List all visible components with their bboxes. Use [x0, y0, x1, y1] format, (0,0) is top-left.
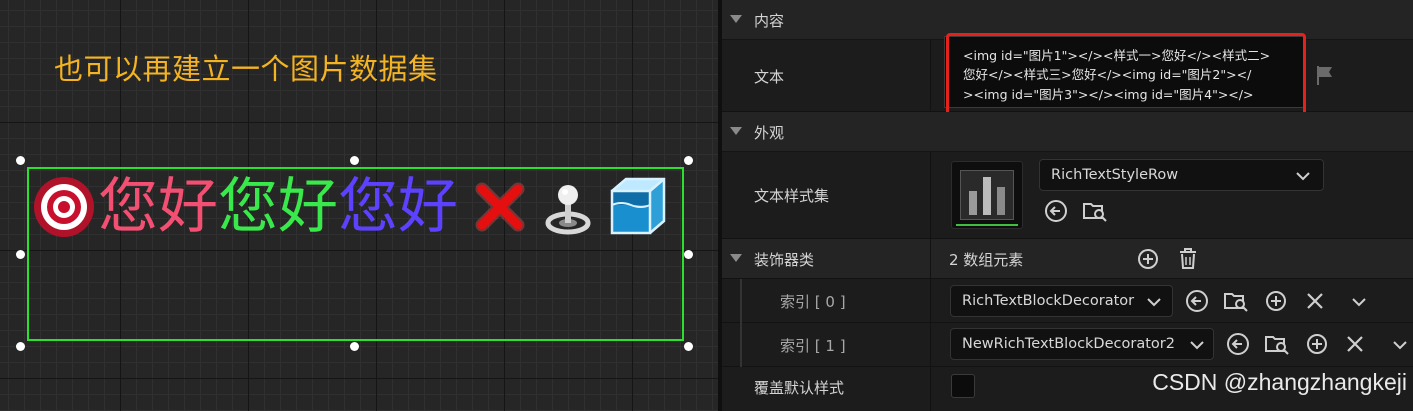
trash-icon[interactable]: [1177, 247, 1199, 275]
red-x-icon: [468, 175, 532, 239]
chevron-down-icon[interactable]: [1392, 337, 1408, 356]
section-appearance-header[interactable]: 外观: [722, 112, 1413, 152]
override-style-checkbox[interactable]: [951, 374, 975, 398]
text-property-label: 文本: [754, 68, 785, 86]
resize-handle-tr[interactable]: [683, 155, 693, 165]
resize-handle-r[interactable]: [683, 249, 693, 259]
rich-text-style3: 您好: [338, 172, 458, 242]
decorator-label: 装饰器类: [754, 251, 815, 269]
resize-handle-l[interactable]: [15, 249, 25, 259]
target-icon: [32, 175, 96, 239]
insert-element-icon[interactable]: [1265, 290, 1287, 316]
joystick-icon: [536, 175, 600, 239]
index0-label: 索引 [ 0 ]: [780, 293, 846, 311]
insert-element-icon[interactable]: [1306, 333, 1328, 359]
rich-text-style2: 您好: [218, 172, 338, 242]
resize-handle-bl[interactable]: [15, 341, 25, 351]
decorator1-dropdown[interactable]: NewRichTextBlockDecorator2: [950, 328, 1214, 360]
asset-thumbnail[interactable]: [951, 161, 1023, 229]
designer-viewport[interactable]: 也可以再建立一个图片数据集 您好 您好 您好: [0, 0, 718, 411]
style-set-value: RichTextStyleRow: [1051, 167, 1179, 183]
style-set-dropdown[interactable]: RichTextStyleRow: [1039, 159, 1324, 191]
collapse-arrow-icon[interactable]: [730, 254, 742, 262]
resize-handle-tl[interactable]: [15, 155, 25, 165]
details-panel: 内容 文本 <img id="图片1"></><样式一>您好</><样式二> 您…: [722, 0, 1413, 411]
decorator0-value: RichTextBlockDecorator: [962, 293, 1135, 309]
use-selected-icon[interactable]: [1044, 199, 1068, 227]
rich-text-content: 您好 您好 您好: [30, 171, 670, 243]
property-row-decorators[interactable]: 装饰器类 2 数组元素: [722, 239, 1413, 279]
remove-element-icon[interactable]: [1305, 291, 1325, 315]
resize-handle-b[interactable]: [349, 341, 359, 351]
use-selected-icon[interactable]: [1185, 289, 1209, 317]
chevron-down-icon: [1189, 337, 1205, 356]
decorator0-dropdown[interactable]: RichTextBlockDecorator: [950, 285, 1173, 317]
use-selected-icon[interactable]: [1226, 332, 1250, 360]
remove-element-icon[interactable]: [1345, 334, 1365, 358]
browse-class-icon[interactable]: [1264, 332, 1290, 360]
resize-handle-t[interactable]: [349, 155, 359, 165]
water-cube-icon: [604, 175, 668, 239]
style-set-label: 文本样式集: [754, 187, 830, 205]
viewport-caption: 也可以再建立一个图片数据集: [54, 52, 438, 86]
index1-label: 索引 [ 1 ]: [780, 337, 846, 355]
section-appearance-label: 外观: [754, 124, 785, 142]
chevron-down-icon[interactable]: [1351, 294, 1367, 313]
watermark: CSDN @zhangzhangkeji: [1152, 369, 1407, 395]
decorator1-value: NewRichTextBlockDecorator2: [962, 336, 1175, 352]
collapse-arrow-icon[interactable]: [730, 15, 742, 23]
rich-text-style1: 您好: [98, 172, 218, 242]
browse-class-icon[interactable]: [1223, 289, 1249, 317]
add-element-icon[interactable]: [1137, 248, 1159, 274]
chevron-down-icon: [1295, 168, 1311, 187]
flag-icon[interactable]: [1314, 64, 1336, 90]
section-content-label: 内容: [754, 12, 785, 30]
resize-handle-br[interactable]: [683, 341, 693, 351]
decorator-count: 2 数组元素: [949, 251, 1024, 269]
collapse-arrow-icon[interactable]: [730, 127, 742, 135]
chevron-down-icon: [1146, 294, 1162, 313]
browse-asset-icon[interactable]: [1082, 199, 1108, 227]
override-style-label: 覆盖默认样式: [754, 379, 845, 397]
